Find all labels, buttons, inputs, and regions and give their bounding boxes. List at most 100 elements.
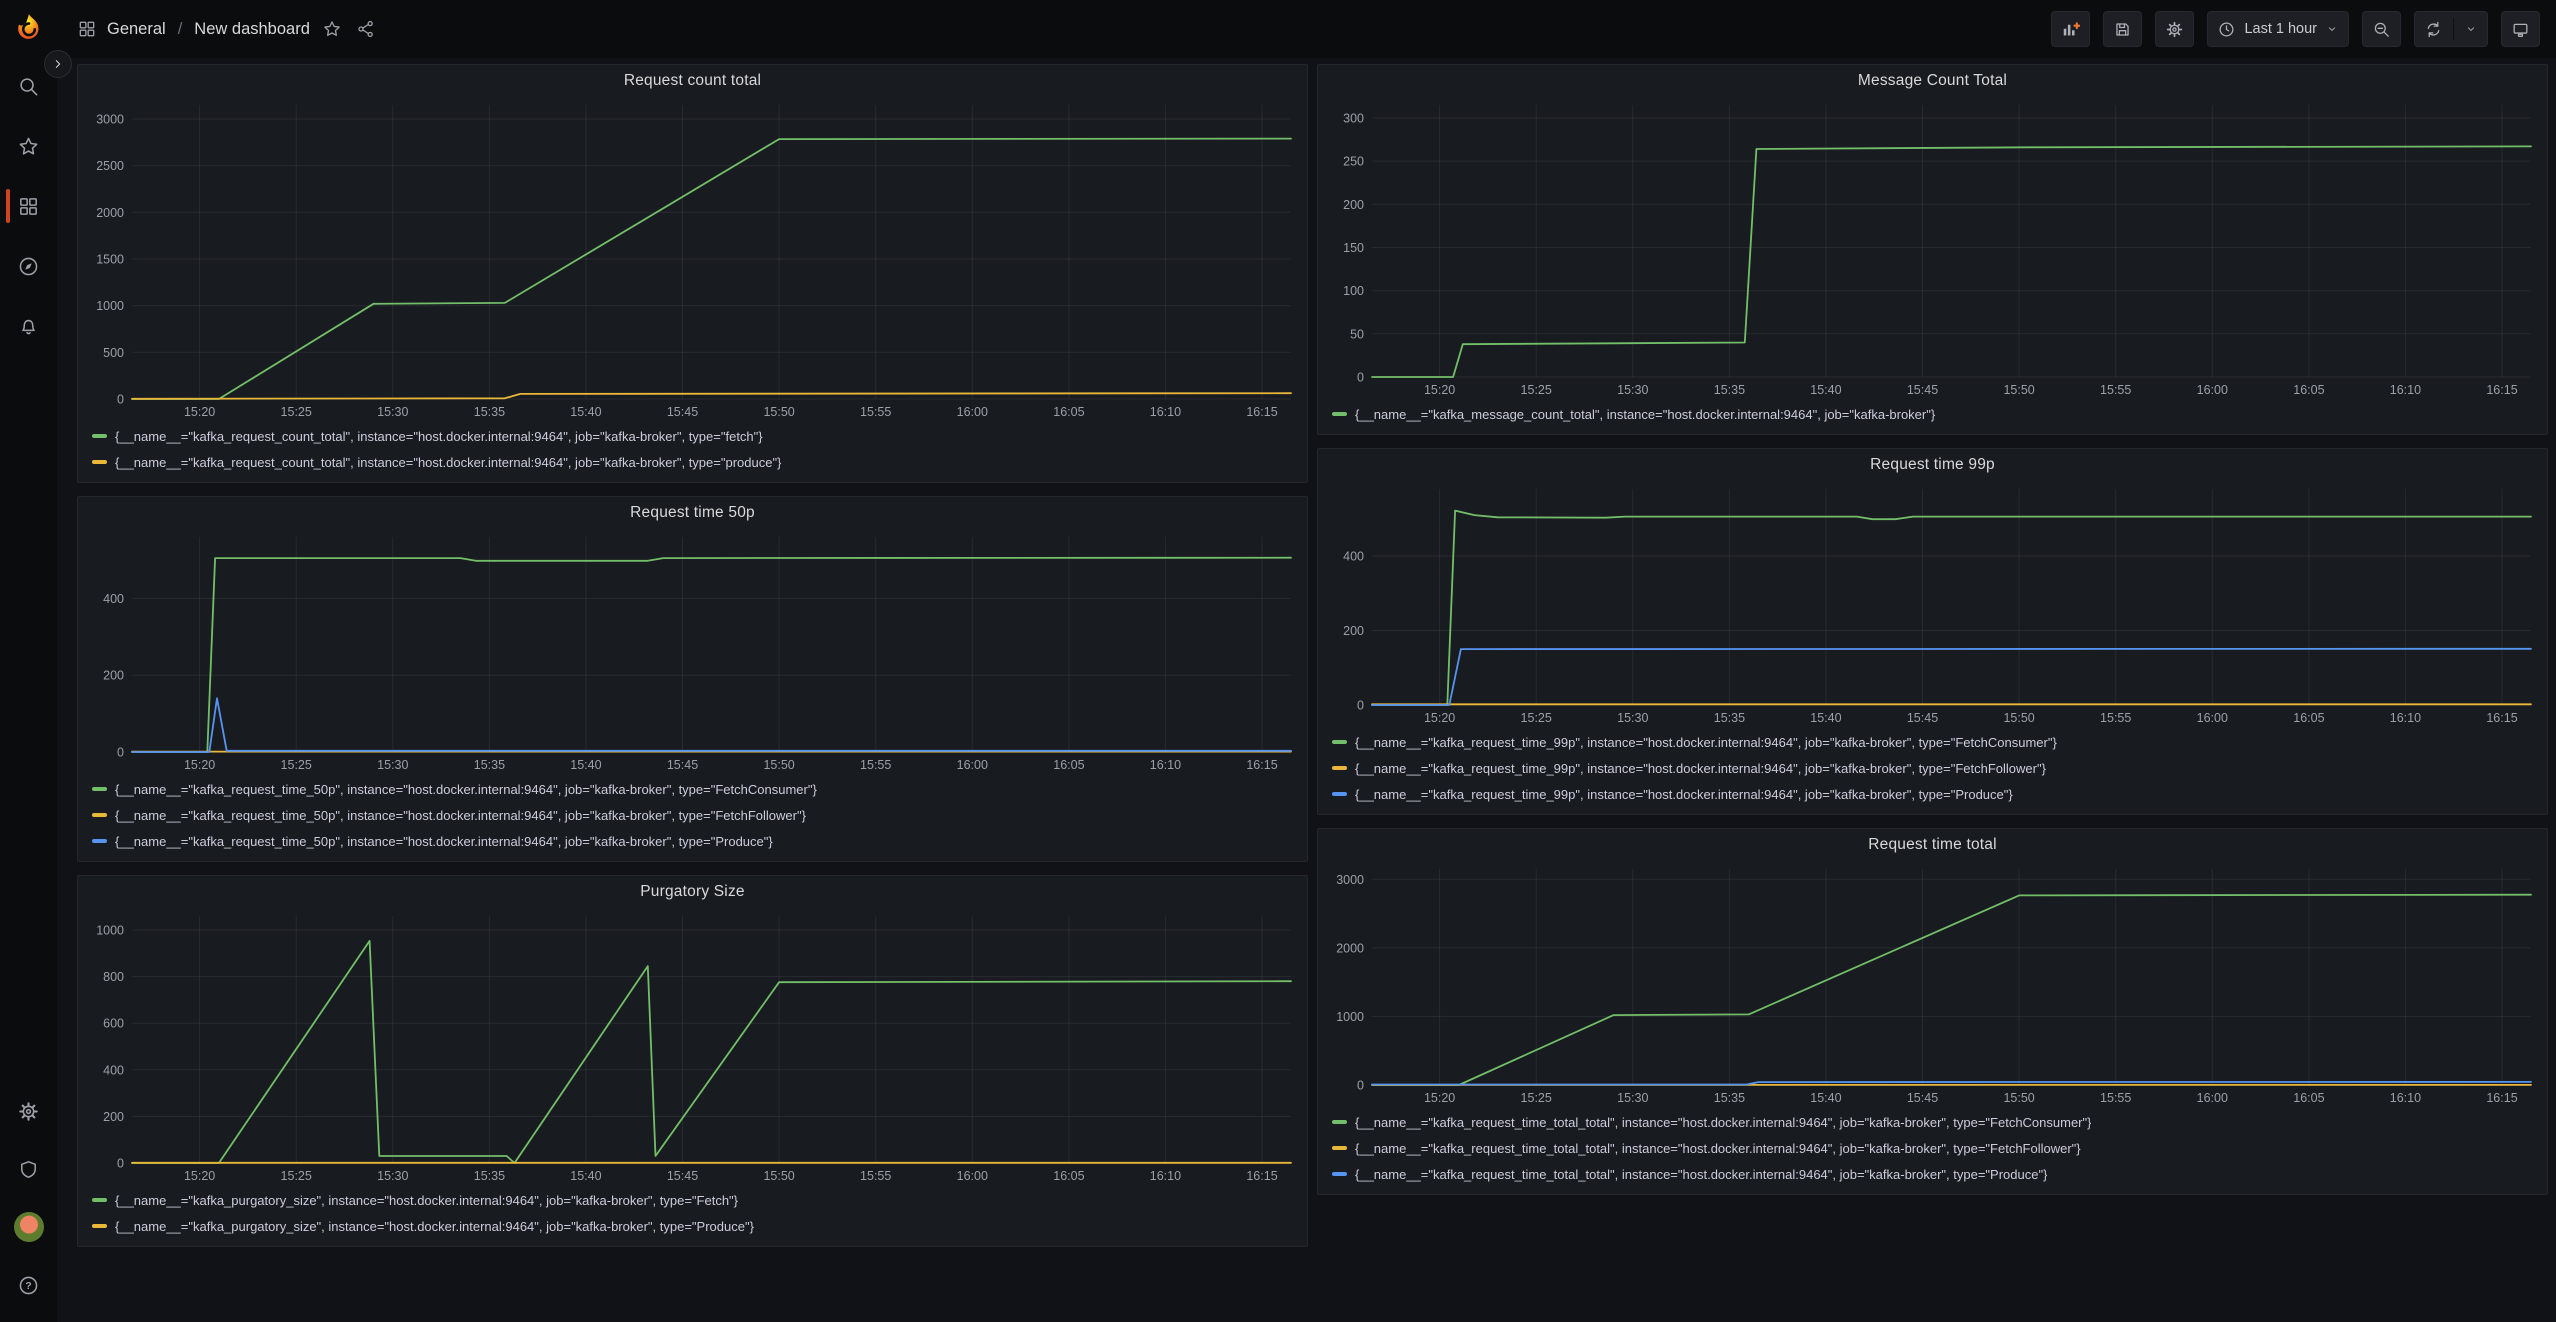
panel-title[interactable]: Request time total	[1318, 829, 2547, 861]
series-label: {__name__="kafka_request_time_50p", inst…	[115, 808, 806, 823]
panel-message-count-total: Message Count Total15:2015:2515:3015:351…	[1317, 64, 2548, 435]
legend-item[interactable]: {__name__="kafka_request_time_50p", inst…	[92, 776, 1307, 802]
series-label: {__name__="kafka_purgatory_size", instan…	[115, 1219, 754, 1234]
panel-request-count-total: Request count total15:2015:2515:3015:351…	[77, 64, 1308, 483]
svg-text:15:35: 15:35	[1714, 383, 1745, 397]
legend-item[interactable]: {__name__="kafka_request_time_50p", inst…	[92, 802, 1307, 828]
series-color-swatch	[1332, 1146, 1347, 1150]
sidebar-item-user-avatar[interactable]	[0, 1198, 57, 1256]
dashboard-settings-button[interactable]	[2155, 11, 2194, 47]
panel-title[interactable]: Message Count Total	[1318, 65, 2547, 97]
legend-item[interactable]: {__name__="kafka_request_time_50p", inst…	[92, 828, 1307, 854]
svg-text:15:40: 15:40	[570, 405, 601, 419]
panel-title[interactable]: Request time 99p	[1318, 449, 2547, 481]
series-label: {__name__="kafka_request_count_total", i…	[115, 429, 763, 444]
svg-text:0: 0	[1357, 699, 1364, 713]
svg-text:15:55: 15:55	[2100, 711, 2131, 725]
time-series-chart[interactable]: 15:2015:2515:3015:3515:4015:4515:5015:55…	[84, 529, 1301, 776]
svg-text:15:30: 15:30	[377, 758, 408, 772]
svg-text:16:15: 16:15	[2486, 383, 2517, 397]
dashboard-toolbar: Last 1 hour	[2038, 11, 2540, 47]
svg-text:1000: 1000	[1336, 1010, 1364, 1024]
legend-item[interactable]: {__name__="kafka_purgatory_size", instan…	[92, 1187, 1307, 1213]
sidebar-item-alerting[interactable]	[0, 296, 57, 356]
legend-item[interactable]: {__name__="kafka_request_time_99p", inst…	[1332, 755, 2547, 781]
svg-text:15:45: 15:45	[1907, 711, 1938, 725]
svg-text:15:45: 15:45	[667, 405, 698, 419]
svg-text:400: 400	[1343, 550, 1364, 564]
zoom-out-button[interactable]	[2362, 11, 2401, 47]
svg-text:15:30: 15:30	[1617, 383, 1648, 397]
legend-item[interactable]: {__name__="kafka_message_count_total", i…	[1332, 401, 2547, 427]
svg-text:16:00: 16:00	[2197, 1091, 2228, 1105]
sidebar-item-server-admin[interactable]	[0, 1140, 57, 1198]
refresh-button[interactable]	[2414, 11, 2488, 47]
svg-text:200: 200	[103, 1110, 124, 1124]
time-series-chart[interactable]: 15:2015:2515:3015:3515:4015:4515:5015:55…	[1324, 97, 2541, 401]
svg-text:16:05: 16:05	[2293, 1091, 2324, 1105]
svg-text:15:25: 15:25	[1521, 711, 1552, 725]
svg-text:16:05: 16:05	[2293, 383, 2324, 397]
sidebar-expand-button[interactable]	[44, 50, 72, 78]
time-series-chart[interactable]: 15:2015:2515:3015:3515:4015:4515:5015:55…	[84, 908, 1301, 1187]
save-dashboard-button[interactable]	[2103, 11, 2142, 47]
svg-text:15:45: 15:45	[1907, 383, 1938, 397]
add-panel-button[interactable]	[2051, 11, 2090, 47]
svg-text:16:00: 16:00	[957, 1169, 988, 1183]
series-label: {__name__="kafka_request_count_total", i…	[115, 455, 781, 470]
time-series-chart[interactable]: 15:2015:2515:3015:3515:4015:4515:5015:55…	[1324, 481, 2541, 729]
svg-text:2000: 2000	[96, 206, 124, 220]
svg-text:15:55: 15:55	[860, 1169, 891, 1183]
search-icon	[17, 75, 40, 98]
svg-text:16:05: 16:05	[1053, 1169, 1084, 1183]
legend-item[interactable]: {__name__="kafka_request_time_99p", inst…	[1332, 781, 2547, 807]
panel-title[interactable]: Request time 50p	[78, 497, 1307, 529]
sidebar-item-dashboards[interactable]	[0, 176, 57, 236]
time-series-chart[interactable]: 15:2015:2515:3015:3515:4015:4515:5015:55…	[1324, 861, 2541, 1109]
legend: {__name__="kafka_message_count_total", i…	[1318, 401, 2547, 427]
explore-icon	[17, 255, 40, 278]
svg-text:16:00: 16:00	[957, 405, 988, 419]
legend-item[interactable]: {__name__="kafka_request_time_total_tota…	[1332, 1135, 2547, 1161]
star-dashboard-button[interactable]	[320, 17, 344, 41]
series-color-swatch	[1332, 1120, 1347, 1124]
time-series-chart[interactable]: 15:2015:2515:3015:3515:4015:4515:5015:55…	[84, 97, 1301, 423]
sidebar-item-explore[interactable]	[0, 236, 57, 296]
grafana-logo[interactable]	[0, 0, 57, 56]
sidebar-item-configuration[interactable]	[0, 1082, 57, 1140]
legend-item[interactable]: {__name__="kafka_purgatory_size", instan…	[92, 1213, 1307, 1239]
series-color-swatch	[92, 460, 107, 464]
sidebar-item-help[interactable]: ?	[0, 1256, 57, 1314]
svg-text:500: 500	[103, 346, 124, 360]
svg-text:15:25: 15:25	[1521, 1091, 1552, 1105]
starred-icon	[17, 135, 40, 158]
legend: {__name__="kafka_purgatory_size", instan…	[78, 1187, 1307, 1239]
series-label: {__name__="kafka_request_time_50p", inst…	[115, 782, 817, 797]
svg-text:16:10: 16:10	[1150, 1169, 1181, 1183]
panel-title[interactable]: Request count total	[78, 65, 1307, 97]
breadcrumb-dashboard[interactable]: New dashboard	[194, 20, 310, 39]
svg-text:250: 250	[1343, 155, 1364, 169]
series-color-swatch	[92, 787, 107, 791]
panel-request-time-total: Request time total15:2015:2515:3015:3515…	[1317, 828, 2548, 1195]
svg-text:200: 200	[1343, 624, 1364, 638]
breadcrumb-folder[interactable]: General	[107, 20, 166, 39]
kiosk-mode-button[interactable]	[2501, 11, 2540, 47]
panel-title[interactable]: Purgatory Size	[78, 876, 1307, 908]
legend-item[interactable]: {__name__="kafka_request_count_total", i…	[92, 449, 1307, 475]
svg-text:15:40: 15:40	[570, 758, 601, 772]
svg-text:16:10: 16:10	[2390, 711, 2421, 725]
panel-request-time-99p: Request time 99p15:2015:2515:3015:3515:4…	[1317, 448, 2548, 815]
legend: {__name__="kafka_request_count_total", i…	[78, 423, 1307, 475]
legend-item[interactable]: {__name__="kafka_request_count_total", i…	[92, 423, 1307, 449]
clock-button[interactable]: Last 1 hour	[2207, 11, 2349, 47]
svg-text:15:55: 15:55	[860, 405, 891, 419]
svg-text:300: 300	[1343, 112, 1364, 126]
share-dashboard-button[interactable]	[354, 17, 378, 41]
svg-text:15:20: 15:20	[184, 758, 215, 772]
dashboard-settings-icon	[2165, 20, 2184, 39]
legend-item[interactable]: {__name__="kafka_request_time_99p", inst…	[1332, 729, 2547, 755]
legend-item[interactable]: {__name__="kafka_request_time_total_tota…	[1332, 1161, 2547, 1187]
sidebar-item-starred[interactable]	[0, 116, 57, 176]
legend-item[interactable]: {__name__="kafka_request_time_total_tota…	[1332, 1109, 2547, 1135]
